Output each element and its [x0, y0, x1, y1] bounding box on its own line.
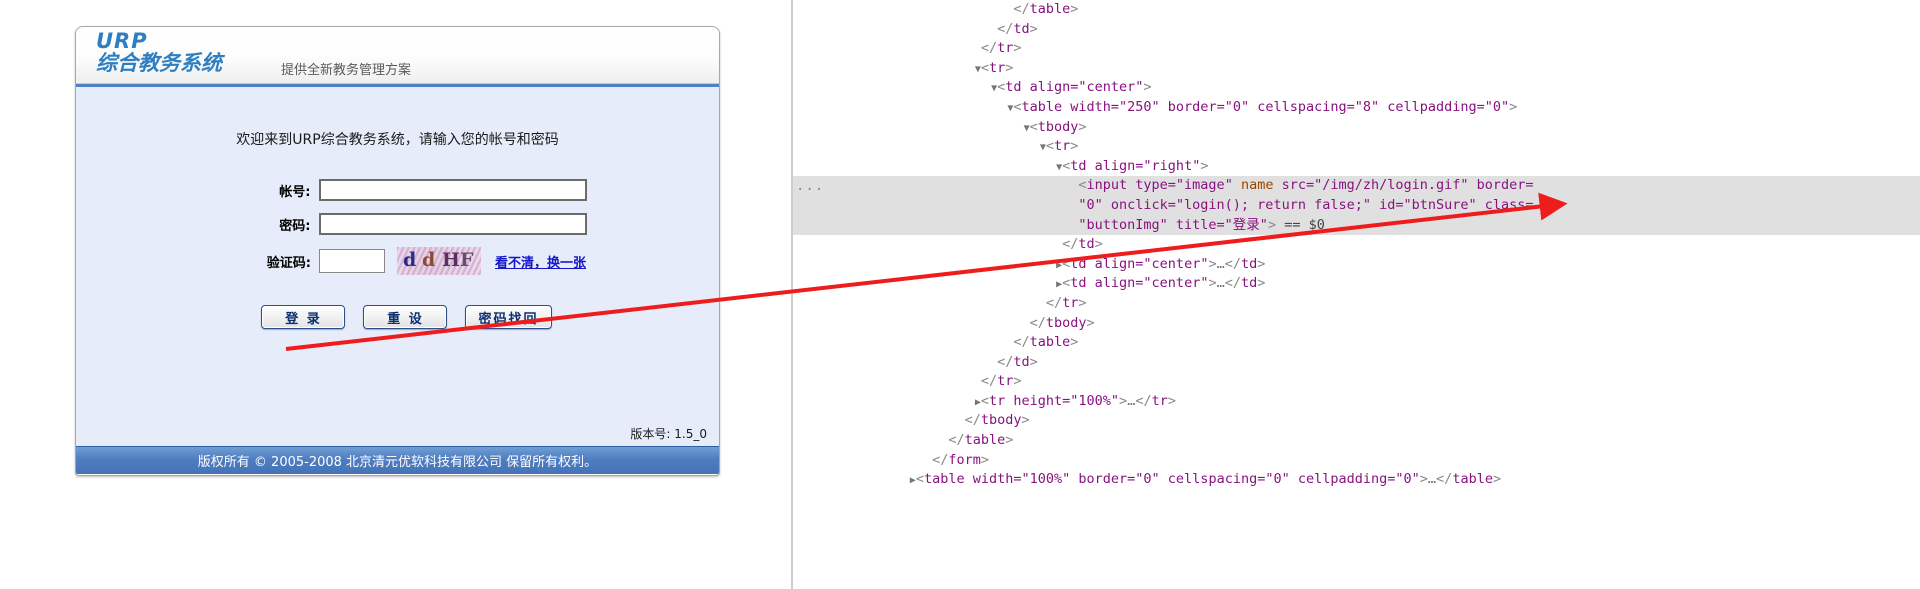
dom-node-line[interactable]: <input type="image" name src="/img/zh/lo… — [792, 176, 1920, 196]
login-panel-header: URP 综合教务系统 提供全新教务管理方案 — [76, 27, 719, 84]
dom-node-line[interactable]: </td> — [792, 353, 1920, 373]
form-row-account: 帐号: — [76, 179, 719, 201]
dom-node-line[interactable]: </table> — [792, 0, 1920, 20]
captcha-image[interactable]: d d H F — [396, 247, 481, 275]
dom-node-line[interactable]: "buttonImg" title="登录"> == $0 — [792, 215, 1920, 236]
dom-node-line[interactable]: </tr> — [792, 372, 1920, 392]
captcha-char-4: F — [459, 249, 474, 271]
captcha-char-2: d — [421, 249, 436, 271]
password-label: 密码: — [279, 218, 311, 234]
refresh-captcha-link[interactable]: 看不清，换一张 — [495, 252, 586, 271]
dom-node-line[interactable]: ▼<tbody> — [792, 118, 1920, 138]
urp-logo: URP 综合教务系统 — [96, 31, 222, 74]
dom-node-line[interactable]: ▼<tr> — [792, 137, 1920, 157]
dom-node-line[interactable]: ▶<table width="100%" border="0" cellspac… — [792, 470, 1920, 490]
captcha-input[interactable] — [318, 249, 385, 273]
login-button-row: 登 录 重 设 密码找回 — [76, 305, 719, 329]
captcha-group: d d H F 看不清，换一张 — [318, 247, 586, 275]
captcha-char-3: H — [441, 249, 460, 271]
dom-node-line[interactable]: </table> — [792, 333, 1920, 353]
dom-node-line[interactable]: ▶<td align="center">…</td> — [792, 274, 1920, 294]
dom-node-line[interactable]: </td> — [792, 20, 1920, 40]
reset-button[interactable]: 重 设 — [363, 305, 448, 329]
password-recovery-button[interactable]: 密码找回 — [465, 305, 552, 329]
dom-node-line[interactable]: </td> — [792, 235, 1920, 255]
copyright-footer: 版权所有 © 2005-2008 北京清元优软科技有限公司 保留所有权利。 — [76, 446, 719, 474]
form-row-password: 密码: — [76, 213, 719, 235]
dom-node-line[interactable]: </tbody> — [792, 314, 1920, 334]
browser-page-area: URP 综合教务系统 提供全新教务管理方案 欢迎来到URP综合教务系统，请输入您… — [0, 0, 791, 589]
urp-login-panel: URP 综合教务系统 提供全新教务管理方案 欢迎来到URP综合教务系统，请输入您… — [75, 26, 720, 476]
brand-subtitle: 提供全新教务管理方案 — [281, 63, 412, 78]
dom-node-line[interactable]: ▶<tr height="100%">…</tr> — [792, 392, 1920, 412]
login-form: 帐号: 密码: 验证码: d d H F 看不清，换一张 — [76, 179, 719, 287]
brand-title-cn: 综合教务系统 — [96, 51, 222, 75]
dom-node-line[interactable]: </tr> — [792, 39, 1920, 59]
captcha-char-1: d — [402, 249, 417, 271]
dom-node-line[interactable]: </table> — [792, 431, 1920, 451]
welcome-text: 欢迎来到URP综合教务系统，请输入您的帐号和密码 — [236, 132, 559, 148]
devtools-elements-panel[interactable]: </table> </td> </tr> ▼<tr> ▼<td align="c… — [791, 0, 1920, 589]
dom-node-line[interactable]: ▼<tr> — [792, 59, 1920, 79]
captcha-label: 验证码: — [266, 255, 311, 271]
screenshot-root: URP 综合教务系统 提供全新教务管理方案 欢迎来到URP综合教务系统，请输入您… — [0, 0, 1920, 589]
dom-node-line[interactable]: </form> — [792, 451, 1920, 471]
dom-node-line[interactable]: ▼<td align="right"> — [792, 157, 1920, 177]
account-label: 帐号: — [279, 184, 311, 200]
dom-tree[interactable]: </table> </td> </tr> ▼<tr> ▼<td align="c… — [792, 0, 1920, 490]
devtools-left-border — [792, 0, 793, 589]
dom-node-line[interactable]: "0" onclick="login(); return false;" id=… — [792, 195, 1920, 216]
version-label: 版本号: 1.5_0 — [630, 427, 707, 441]
dom-node-line[interactable]: ▼<td align="center"> — [792, 78, 1920, 98]
dom-node-line[interactable]: </tbody> — [792, 411, 1920, 431]
form-row-captcha: 验证码: d d H F 看不清，换一张 — [76, 247, 719, 275]
brand-title: URP — [96, 29, 148, 53]
password-input[interactable] — [318, 213, 587, 235]
dom-node-line[interactable]: ▶<td align="center">…</td> — [792, 255, 1920, 275]
account-input[interactable] — [318, 179, 587, 201]
dom-node-line[interactable]: </tr> — [792, 294, 1920, 314]
overflow-dots[interactable]: ... — [796, 177, 824, 197]
dom-node-line[interactable]: ▼<table width="250" border="0" cellspaci… — [792, 98, 1920, 118]
login-button[interactable]: 登 录 — [261, 305, 346, 329]
login-panel-body: 欢迎来到URP综合教务系统，请输入您的帐号和密码 帐号: 密码: 验证码: d … — [76, 84, 719, 446]
